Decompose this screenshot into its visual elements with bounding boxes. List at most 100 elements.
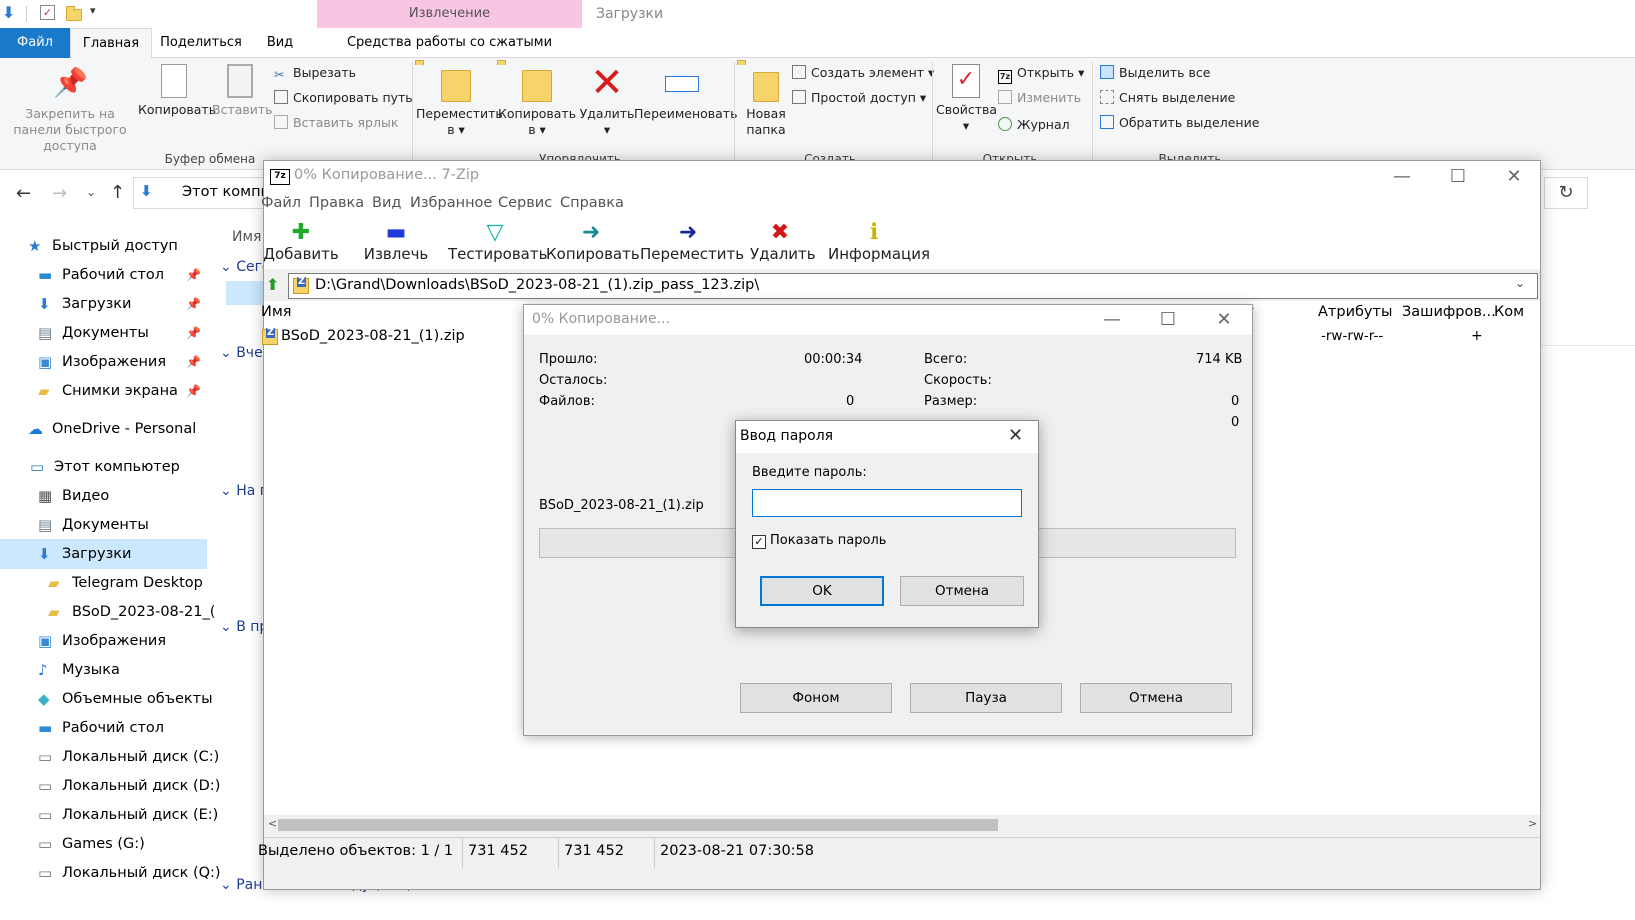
download-arrow-icon[interactable]: ⬇ [2, 3, 15, 22]
password-input[interactable] [752, 489, 1022, 517]
progress-close-icon[interactable]: ✕ [1196, 305, 1252, 335]
sidebar-item[interactable]: ♪ Музыка [0, 655, 207, 685]
open-button[interactable]: 7z Открыть ▾ [998, 62, 1084, 84]
menu-view[interactable]: Вид [372, 195, 401, 211]
toolbar-add-button[interactable]: ✚ Добавить [262, 221, 340, 264]
selected-row[interactable] [226, 281, 266, 305]
move-to-button[interactable]: Переместить в ▾ [416, 64, 503, 138]
menu-tools[interactable]: Сервис [498, 195, 552, 211]
new-folder-icon[interactable] [66, 6, 82, 21]
password-close-icon[interactable]: ✕ [1008, 425, 1023, 446]
invert-selection-button[interactable]: Обратить выделение [1100, 112, 1259, 134]
sidebar-item[interactable]: ☁ OneDrive - Personal [0, 414, 207, 444]
refresh-icon[interactable]: ↻ [1544, 177, 1588, 209]
select-none-button[interactable]: Снять выделение [1100, 87, 1235, 109]
progress-minimize-icon[interactable]: — [1084, 305, 1140, 335]
close-icon[interactable]: ✕ [1486, 161, 1542, 193]
menu-favorites[interactable]: Избранное [410, 195, 492, 211]
rename-button[interactable]: Переименовать [634, 64, 737, 122]
minimize-icon[interactable]: — [1374, 161, 1430, 193]
scroll-right-icon[interactable]: > [1528, 817, 1537, 830]
sidebar-item[interactable]: ▦ Видео [0, 481, 207, 511]
toolbar-delete-button[interactable]: ✖ Удалить [750, 221, 816, 264]
back-icon[interactable]: ← [16, 183, 31, 204]
column-header-name[interactable]: Имя [261, 304, 292, 320]
menu-edit[interactable]: Правка [309, 195, 364, 211]
sidebar-item[interactable]: ★ Быстрый доступ [0, 231, 207, 261]
edit-button[interactable]: Изменить [998, 87, 1081, 109]
scroll-left-icon[interactable]: < [268, 817, 277, 830]
pause-button[interactable]: Пауза [910, 683, 1062, 713]
sidebar-item[interactable]: ▰ BSoD_2023-08-21_( [0, 597, 215, 627]
progress-cancel-button[interactable]: Отмена [1080, 683, 1232, 713]
folder-up-icon[interactable]: ⬆ [266, 275, 279, 294]
sidebar-item[interactable]: ▰ Снимки экрана 📌 [0, 376, 207, 406]
address-bar[interactable]: ⬇ Этот компьютер [133, 177, 308, 209]
properties-button[interactable]: ✓ Свойства ▾ [936, 64, 997, 134]
paste-button[interactable]: Вставить [212, 64, 273, 118]
toolbar-test-button[interactable]: ▽ Тестировать [448, 221, 547, 264]
tab-home[interactable]: Главная [70, 28, 152, 58]
menu-file[interactable]: Файл [261, 195, 301, 211]
7zip-path-bar[interactable]: D:\Grand\Downloads\BSoD_2023-08-21_(1).z… [288, 273, 1538, 299]
easy-access-button[interactable]: Простой доступ ▾ [792, 87, 926, 109]
sidebar-item[interactable]: ▬ Рабочий стол [0, 713, 207, 743]
forward-icon[interactable]: → [52, 183, 67, 204]
group-this-week[interactable]: ⌄ На п [220, 483, 269, 499]
sidebar-item[interactable]: ▤ Документы 📌 [0, 318, 207, 348]
column-name-header[interactable]: Имя [232, 229, 261, 245]
copy-to-button[interactable]: Копировать в ▾ [498, 64, 576, 138]
column-header-encrypted[interactable]: Зашифров... [1402, 304, 1496, 320]
sidebar-item[interactable]: ⬇ Загрузки 📌 [0, 289, 207, 319]
sidebar-item[interactable]: ⬇ Загрузки [0, 539, 207, 569]
properties-check-icon[interactable]: ✓ [40, 5, 55, 20]
column-header-attributes[interactable]: Атрибуты [1318, 304, 1392, 320]
sidebar-item[interactable]: ▭ Локальный диск (C:) [0, 742, 219, 772]
copy-button[interactable]: Копировать [138, 64, 216, 118]
tab-file[interactable]: Файл [0, 28, 70, 58]
up-icon[interactable]: ↑ [110, 182, 125, 203]
path-dropdown-chevron-icon[interactable]: ⌄ [1515, 276, 1525, 290]
toolbar-extract-button[interactable]: ▬ Извлечь [360, 221, 432, 264]
sidebar-item[interactable]: ▭ Локальный диск (E:) [0, 800, 218, 830]
sidebar-item[interactable]: ▤ Документы [0, 510, 207, 540]
group-last-week[interactable]: ⌄ В пр [220, 619, 268, 635]
checkbox-checkmark-icon[interactable]: ✓ [752, 535, 766, 549]
delete-button[interactable]: ✕ Удалить ▾ [578, 63, 636, 138]
scrollbar-thumb[interactable] [278, 819, 998, 831]
sidebar-item[interactable]: ▭ Games (G:) [0, 829, 207, 859]
sidebar-item[interactable]: ▭ Локальный диск (D:) [0, 771, 220, 801]
tab-view[interactable]: Вид [258, 28, 302, 58]
select-all-button[interactable]: Выделить все [1100, 62, 1210, 84]
recent-chevron-down-icon[interactable]: ⌄ [86, 185, 96, 199]
cut-button[interactable]: ✂ Вырезать [274, 62, 356, 84]
menu-help[interactable]: Справка [560, 195, 624, 211]
group-yesterday[interactable]: ⌄ Вче [220, 345, 263, 361]
pin-quick-access-button[interactable]: 📌 Закрепить на панели быстрого доступа [4, 64, 136, 154]
toolbar-move-button[interactable]: ➜ Переместить [640, 221, 744, 264]
tab-share[interactable]: Поделиться [156, 28, 246, 58]
sidebar-item[interactable]: ▬ Рабочий стол 📌 [0, 260, 207, 290]
sidebar-item[interactable]: ◆ Объемные объекты [0, 684, 213, 714]
history-button[interactable]: Журнал [998, 114, 1070, 136]
toolbar-copy-button[interactable]: ➜ Копировать [546, 221, 640, 264]
qat-dropdown-icon[interactable]: ▾ [90, 4, 96, 17]
progress-maximize-icon[interactable]: ☐ [1140, 305, 1196, 335]
password-cancel-button[interactable]: Отмена [900, 576, 1024, 606]
sidebar-item[interactable]: ▭ Локальный диск (Q:) [0, 858, 221, 888]
column-header-comment[interactable]: Ком [1494, 304, 1524, 320]
ok-button[interactable]: OK [760, 576, 884, 606]
sidebar-item[interactable]: ▭ Этот компьютер [0, 452, 207, 482]
sidebar-item[interactable]: ▣ Изображения [0, 626, 207, 656]
tab-compressed-tools[interactable]: Средства работы со сжатыми папками [317, 28, 582, 80]
maximize-icon[interactable]: ☐ [1430, 161, 1486, 193]
toolbar-info-button[interactable]: ℹ Информация [828, 221, 930, 264]
copy-path-button[interactable]: Скопировать путь [274, 87, 413, 109]
new-item-button[interactable]: Создать элемент ▾ [792, 62, 934, 84]
background-button[interactable]: Фоном [740, 683, 892, 713]
paste-shortcut-button[interactable]: Вставить ярлык [274, 112, 398, 134]
sidebar-item[interactable]: ▣ Изображения 📌 [0, 347, 207, 377]
new-folder-button[interactable]: Новая папка [738, 64, 794, 138]
horizontal-scrollbar[interactable]: < > [264, 815, 1540, 835]
sidebar-item[interactable]: ▰ Telegram Desktop [0, 568, 207, 598]
